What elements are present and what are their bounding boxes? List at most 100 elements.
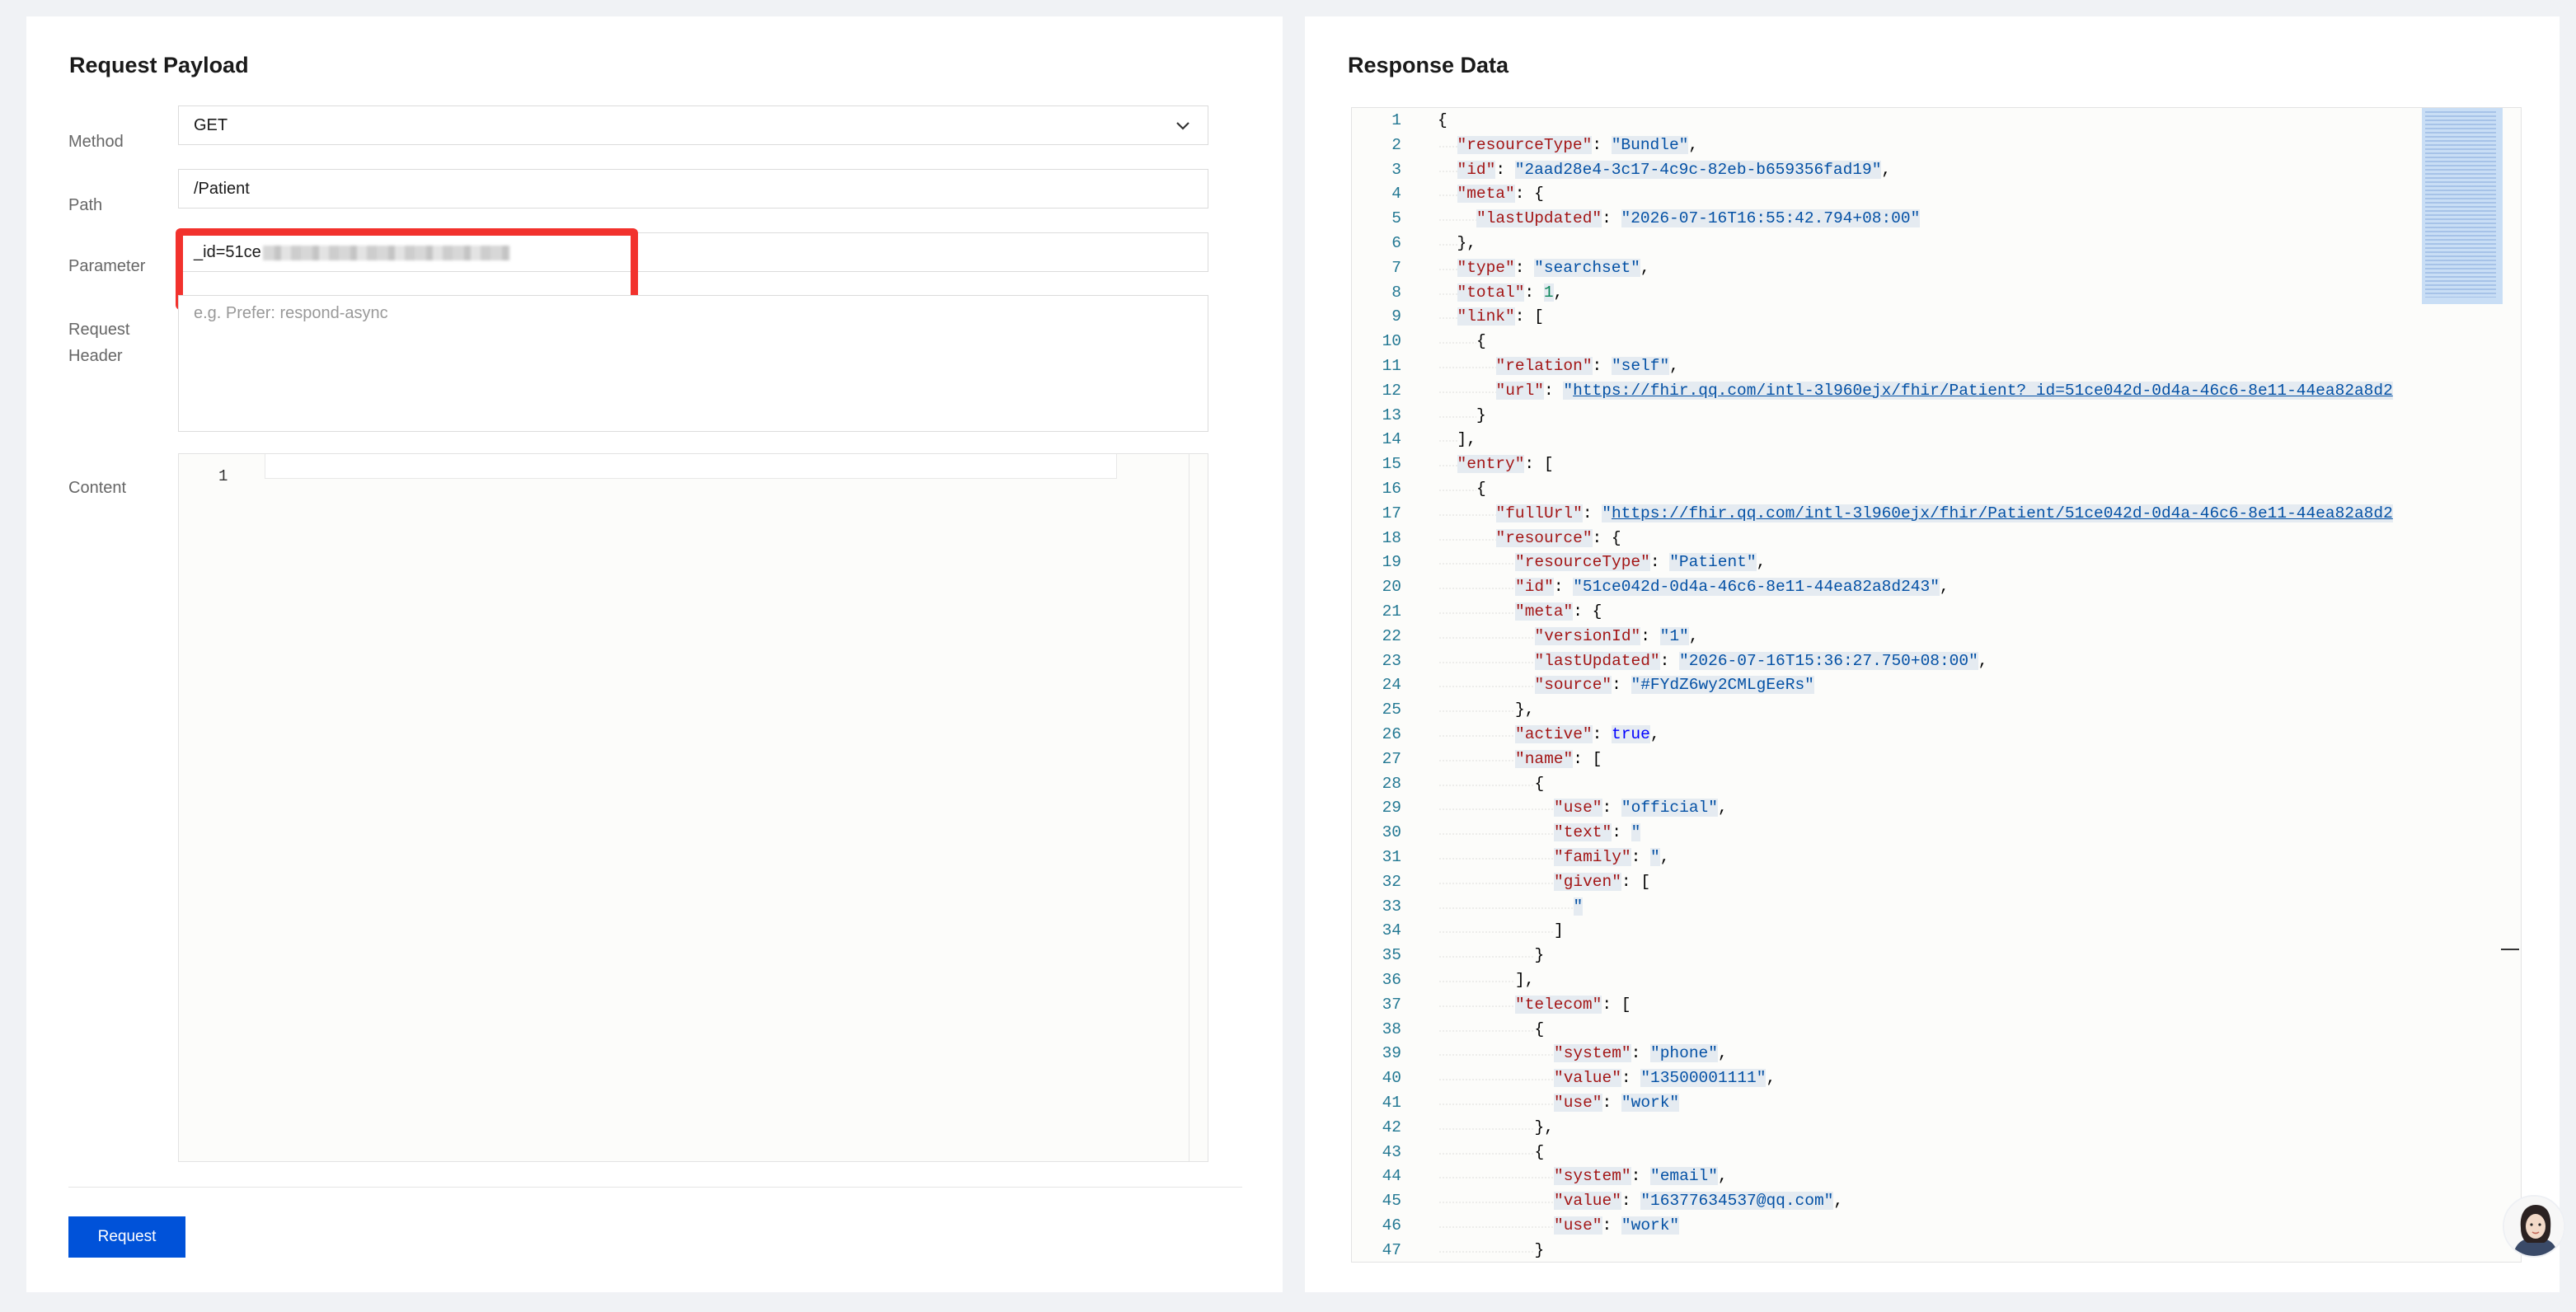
code-token: : (1640, 626, 1660, 645)
code-token: : (1602, 1094, 1621, 1112)
code-token: "2aad28e4-3c17-4c9c-82eb-b659356fad19" (1514, 160, 1882, 179)
code-line: 11 "relation": "self", (1352, 354, 2424, 378)
code-line: 28 { (1352, 771, 2424, 796)
code-token: "email" (1650, 1167, 1718, 1186)
content-editor[interactable]: 1 (178, 453, 1208, 1162)
code-line-number: 21 (1382, 602, 1401, 621)
code-token: "resourceType" (1515, 553, 1650, 572)
indent-guide (1438, 574, 1515, 600)
code-line-text: "fullUrl": "https://fhir.qq.com/intl-3l9… (1438, 500, 2393, 526)
parameter-label: Parameter (68, 257, 146, 275)
code-token: , (1978, 651, 1988, 670)
code-token: "meta" (1457, 185, 1515, 204)
content-line-number: 1 (218, 467, 228, 485)
code-token: ], (1515, 971, 1535, 989)
code-token: : (1592, 135, 1612, 154)
indent-guide (1438, 1237, 1535, 1262)
code-token: : (1582, 504, 1602, 522)
code-line-text: "resourceType": "Patient", (1438, 550, 1766, 575)
scroll-position-marker[interactable] (2501, 949, 2519, 950)
code-line: 20 "id": "51ce042d-0d4a-46c6-8e11-44ea82a… (1352, 574, 2424, 600)
method-select[interactable]: GET (178, 105, 1208, 145)
request-header-textarea[interactable]: e.g. Prefer: respond-async (178, 295, 1208, 432)
code-line: 39 "system": "phone", (1352, 1041, 2424, 1066)
code-line-number: 33 (1382, 897, 1401, 916)
code-token: "2026-07-16T15:36:27.750+08:00" (1679, 651, 1978, 670)
indent-guide (1438, 918, 1554, 944)
indent-guide (1438, 893, 1574, 919)
code-token: " (1602, 504, 1612, 522)
code-token: : { (1514, 185, 1544, 204)
request-payload-title: Request Payload (69, 53, 249, 77)
request-button[interactable]: Request (68, 1216, 185, 1258)
code-line-number: 36 (1382, 971, 1401, 989)
code-line-text: { (1438, 476, 1486, 501)
code-token: : { (1573, 602, 1602, 621)
code-line-text: { (1438, 771, 1544, 796)
code-line-number: 32 (1382, 872, 1401, 891)
code-line: 17 "fullUrl": "https://fhir.qq.com/intl-3… (1352, 500, 2424, 526)
indent-guide (1438, 820, 1554, 846)
code-line-number: 2 (1391, 135, 1401, 154)
content-active-line[interactable] (265, 454, 1117, 479)
indent-guide (1438, 377, 1496, 403)
code-token: } (1476, 405, 1486, 424)
code-line: 46 "use": "work" (1352, 1213, 2424, 1238)
code-token: "link" (1457, 307, 1515, 326)
code-line-text: } (1438, 943, 1544, 968)
code-token: "work" (1621, 1216, 1680, 1235)
code-line-number: 17 (1382, 504, 1401, 522)
code-line: 22 "versionId": "1", (1352, 623, 2424, 649)
code-line: 30 "text": " (1352, 820, 2424, 846)
code-line-number: 26 (1382, 725, 1401, 743)
code-line: 42}, (1352, 1114, 2424, 1140)
response-code-viewer[interactable]: 1{2 "resourceType": "Bundle", 3 "id": "2aad… (1351, 107, 2522, 1263)
indent-guide (1438, 771, 1535, 796)
code-token: "value" (1554, 1192, 1621, 1211)
code-line-text: } (1438, 1237, 1544, 1262)
code-token: : (1544, 381, 1564, 400)
path-input[interactable]: /Patient (178, 169, 1208, 209)
code-line-number: 41 (1382, 1094, 1401, 1112)
code-token: "searchset" (1534, 258, 1640, 277)
code-token: "#FYdZ6wy2CMLgEeRs" (1631, 676, 1814, 695)
code-line-text: ] (1438, 918, 1564, 944)
code-line: 47} (1352, 1237, 2424, 1262)
code-token: "family" (1554, 848, 1631, 866)
code-token: : (1495, 160, 1515, 179)
code-token: "2026-07-16T16:55:42.794+08:00" (1621, 209, 1921, 228)
code-token: "value" (1554, 1069, 1621, 1088)
code-token: : (1524, 283, 1544, 302)
code-line-text: }, (1438, 231, 1476, 255)
code-line: 21 "meta": { (1352, 599, 2424, 624)
code-token: "resourceType" (1457, 135, 1593, 154)
code-line-number: 25 (1382, 701, 1401, 719)
indent-guide (1438, 550, 1515, 575)
indent-guide (1438, 697, 1515, 723)
code-token: "Patient" (1669, 553, 1757, 572)
code-line-number: 34 (1382, 921, 1401, 940)
code-line-number: 14 (1382, 430, 1401, 449)
indent-guide (1438, 1090, 1554, 1115)
indent-guide (1438, 279, 1457, 305)
code-token: "use" (1554, 1216, 1602, 1235)
code-token: "resource" (1495, 528, 1593, 547)
code-line: 13} (1352, 402, 2424, 428)
indent-guide (1438, 1016, 1535, 1042)
code-token: { (1438, 111, 1448, 129)
indent-guide (1438, 354, 1496, 378)
request-payload-panel: Request Payload Method GET Path /Patient… (26, 16, 1283, 1292)
code-minimap[interactable] (2422, 108, 2503, 304)
code-token: "entry" (1457, 455, 1525, 474)
code-token: : (1592, 725, 1612, 743)
code-token: : (1602, 799, 1621, 818)
assistant-avatar-icon[interactable] (2503, 1195, 2565, 1258)
code-line-text: { (1438, 1139, 1544, 1164)
code-url-link[interactable]: https://fhir.qq.com/intl-3l960ejx/fhir/P… (1611, 504, 2393, 522)
code-url-link[interactable]: https://fhir.qq.com/intl-3l960ejx/fhir/P… (1573, 381, 2393, 400)
code-token: "given" (1554, 872, 1621, 891)
indent-guide (1438, 1164, 1554, 1189)
response-data-title: Response Data (1348, 53, 1509, 77)
code-token: : [ (1621, 872, 1651, 891)
indent-guide (1438, 500, 1496, 526)
